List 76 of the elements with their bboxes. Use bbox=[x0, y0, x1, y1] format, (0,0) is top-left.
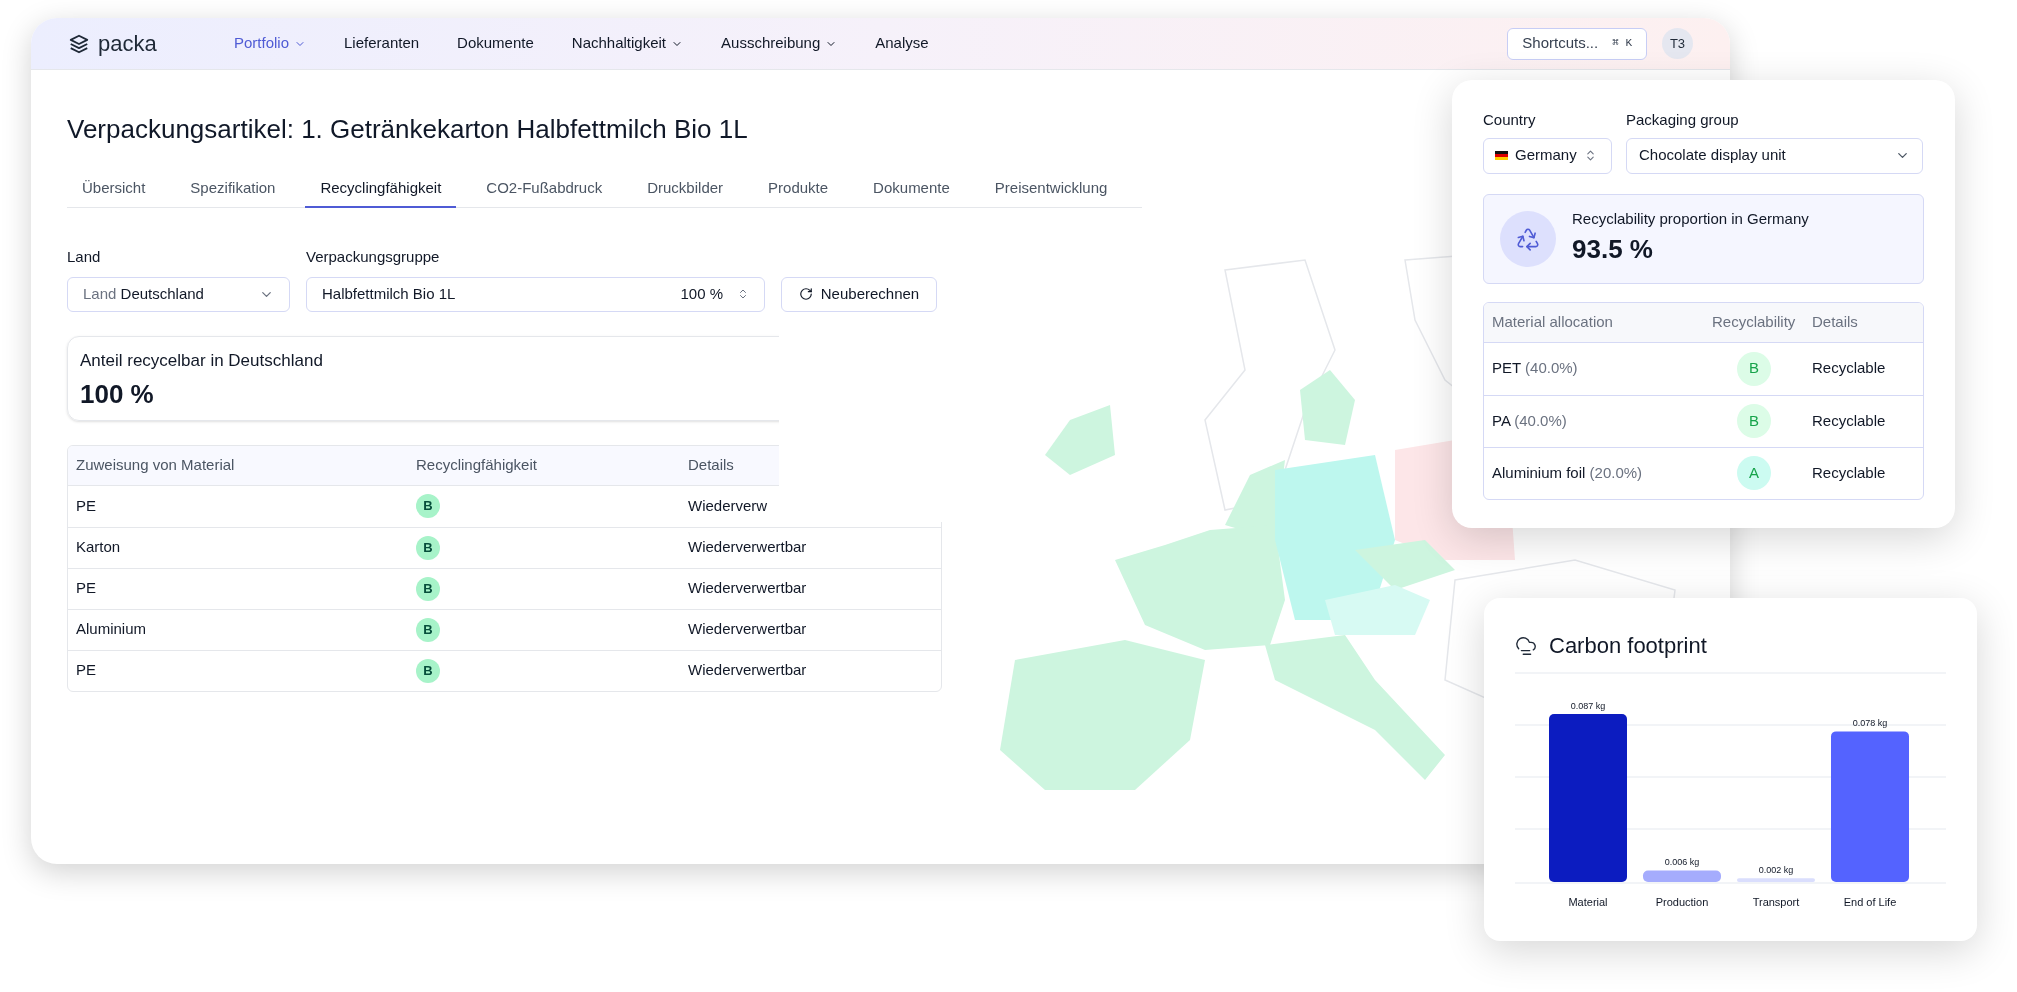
table-cell-text: Recyclable bbox=[1812, 358, 1886, 379]
tab[interactable]: Produkte bbox=[753, 170, 844, 208]
packaging-group-select[interactable]: Halbfettmilch Bio 1L 100 % bbox=[306, 276, 765, 312]
table-cell-text: Wiederverwertbar bbox=[688, 578, 807, 599]
nav-item[interactable]: Lieferanten bbox=[328, 26, 436, 61]
up-down-icon bbox=[737, 288, 749, 300]
shortcut-key: ⌘ K bbox=[1612, 35, 1632, 52]
nav-item[interactable]: Ausschreibung bbox=[705, 26, 854, 61]
tab[interactable]: Spezifikation bbox=[175, 170, 291, 208]
field-label: Packaging group bbox=[1626, 110, 1740, 130]
table-cell-text: PE bbox=[76, 495, 97, 516]
field-label: Verpackungsgruppe bbox=[306, 247, 441, 267]
table-cell-text: Wiederverwertbar bbox=[688, 660, 807, 681]
column-header: Details bbox=[1812, 311, 1858, 332]
tab[interactable]: CO2-Fußabdruck bbox=[471, 170, 618, 208]
tab[interactable]: Druckbilder bbox=[632, 170, 739, 208]
category-label: Material bbox=[1568, 896, 1608, 908]
nav-item[interactable]: Analyse bbox=[859, 26, 945, 61]
banner-value: 93.5 % bbox=[1572, 233, 1654, 267]
page-title: Verpackungsartikel: 1. Getränkekarton Halbfettmilch Bio 1L bbox=[67, 113, 748, 146]
grade-badge: B bbox=[1737, 404, 1771, 438]
grade-badge: B bbox=[1737, 351, 1771, 386]
grade-badge: B bbox=[416, 494, 440, 518]
nav-item[interactable]: Dokumente bbox=[441, 26, 550, 61]
bar-value-label: 0.078 kg bbox=[1852, 718, 1888, 729]
bar-value-label: 0.002 kg bbox=[1758, 865, 1794, 876]
bar-value-label: 0.006 kg bbox=[1664, 857, 1700, 868]
table-cell-text: PET (40.0%) bbox=[1492, 358, 1579, 379]
category-label: Transport bbox=[1752, 896, 1800, 908]
grade-badge: B bbox=[416, 535, 440, 560]
table-cell-text: Wiederverwertbar bbox=[688, 537, 807, 558]
grade-badge: B bbox=[416, 576, 440, 601]
grade-badge: B bbox=[416, 658, 440, 683]
banner-label: Recyclability proportion in Germany bbox=[1572, 208, 1809, 229]
grade-badge: A bbox=[1737, 456, 1771, 490]
tab[interactable]: Preisentwicklung bbox=[979, 170, 1123, 208]
cloud-icon bbox=[1515, 634, 1537, 657]
table-cell-text: Aluminium foil (20.0%) bbox=[1492, 462, 1644, 483]
table-cell-text: Karton bbox=[76, 537, 122, 558]
avatar[interactable]: T3 bbox=[1662, 28, 1693, 59]
column-header: Material allocation bbox=[1492, 311, 1614, 332]
tab[interactable]: Recyclingfähigkeit bbox=[305, 170, 457, 208]
shortcuts-button[interactable]: Shortcuts... ⌘ K bbox=[1507, 27, 1647, 60]
country-select[interactable]: Land Deutschland bbox=[67, 276, 290, 312]
field-label: Country bbox=[1483, 110, 1537, 130]
column-header: Recyclability bbox=[1712, 311, 1797, 332]
nav-item[interactable]: Nachhaltigkeit bbox=[555, 26, 700, 61]
column-header: Recyclingfähigkeit bbox=[416, 454, 538, 475]
category-label: Production bbox=[1655, 896, 1709, 908]
tab[interactable]: Übersicht bbox=[67, 170, 161, 208]
table-cell-text: Aluminium bbox=[76, 619, 148, 640]
table-cell-text: PE bbox=[76, 578, 97, 599]
summary-label: Anteil recycelbar in Deutschland bbox=[80, 349, 324, 372]
field-label: Land bbox=[67, 247, 102, 267]
table-cell-text: PE bbox=[76, 660, 97, 681]
summary-value: 100 % bbox=[80, 378, 155, 411]
bar-value-label: 0.087 kg bbox=[1570, 701, 1606, 711]
country-select[interactable]: Germany bbox=[1483, 137, 1612, 174]
card-title: Carbon footprint bbox=[1549, 632, 1707, 660]
refresh-icon bbox=[798, 287, 813, 301]
category-label: End of Life bbox=[1843, 896, 1897, 908]
flag-icon bbox=[1495, 151, 1508, 160]
table-cell-text: PA (40.0%) bbox=[1492, 410, 1568, 431]
column-header: Details bbox=[688, 454, 734, 475]
recalculate-button[interactable]: Neuberechnen bbox=[781, 276, 937, 312]
logo-icon bbox=[68, 32, 90, 55]
table-cell-text: Wiederverwertbar bbox=[688, 619, 807, 640]
nav-item[interactable]: Portfolio bbox=[218, 26, 323, 61]
packaging-group-select[interactable]: Chocolate display unit bbox=[1626, 137, 1923, 174]
grade-badge: B bbox=[416, 617, 440, 642]
tab[interactable]: Dokumente bbox=[858, 170, 965, 208]
logo-text: packa bbox=[98, 32, 157, 55]
table-cell-text: Wiederverw bbox=[688, 495, 768, 516]
table-cell-text: Recyclable bbox=[1812, 410, 1886, 431]
column-header: Zuweisung von Material bbox=[76, 454, 236, 475]
table-cell-text: Recyclable bbox=[1812, 462, 1886, 483]
